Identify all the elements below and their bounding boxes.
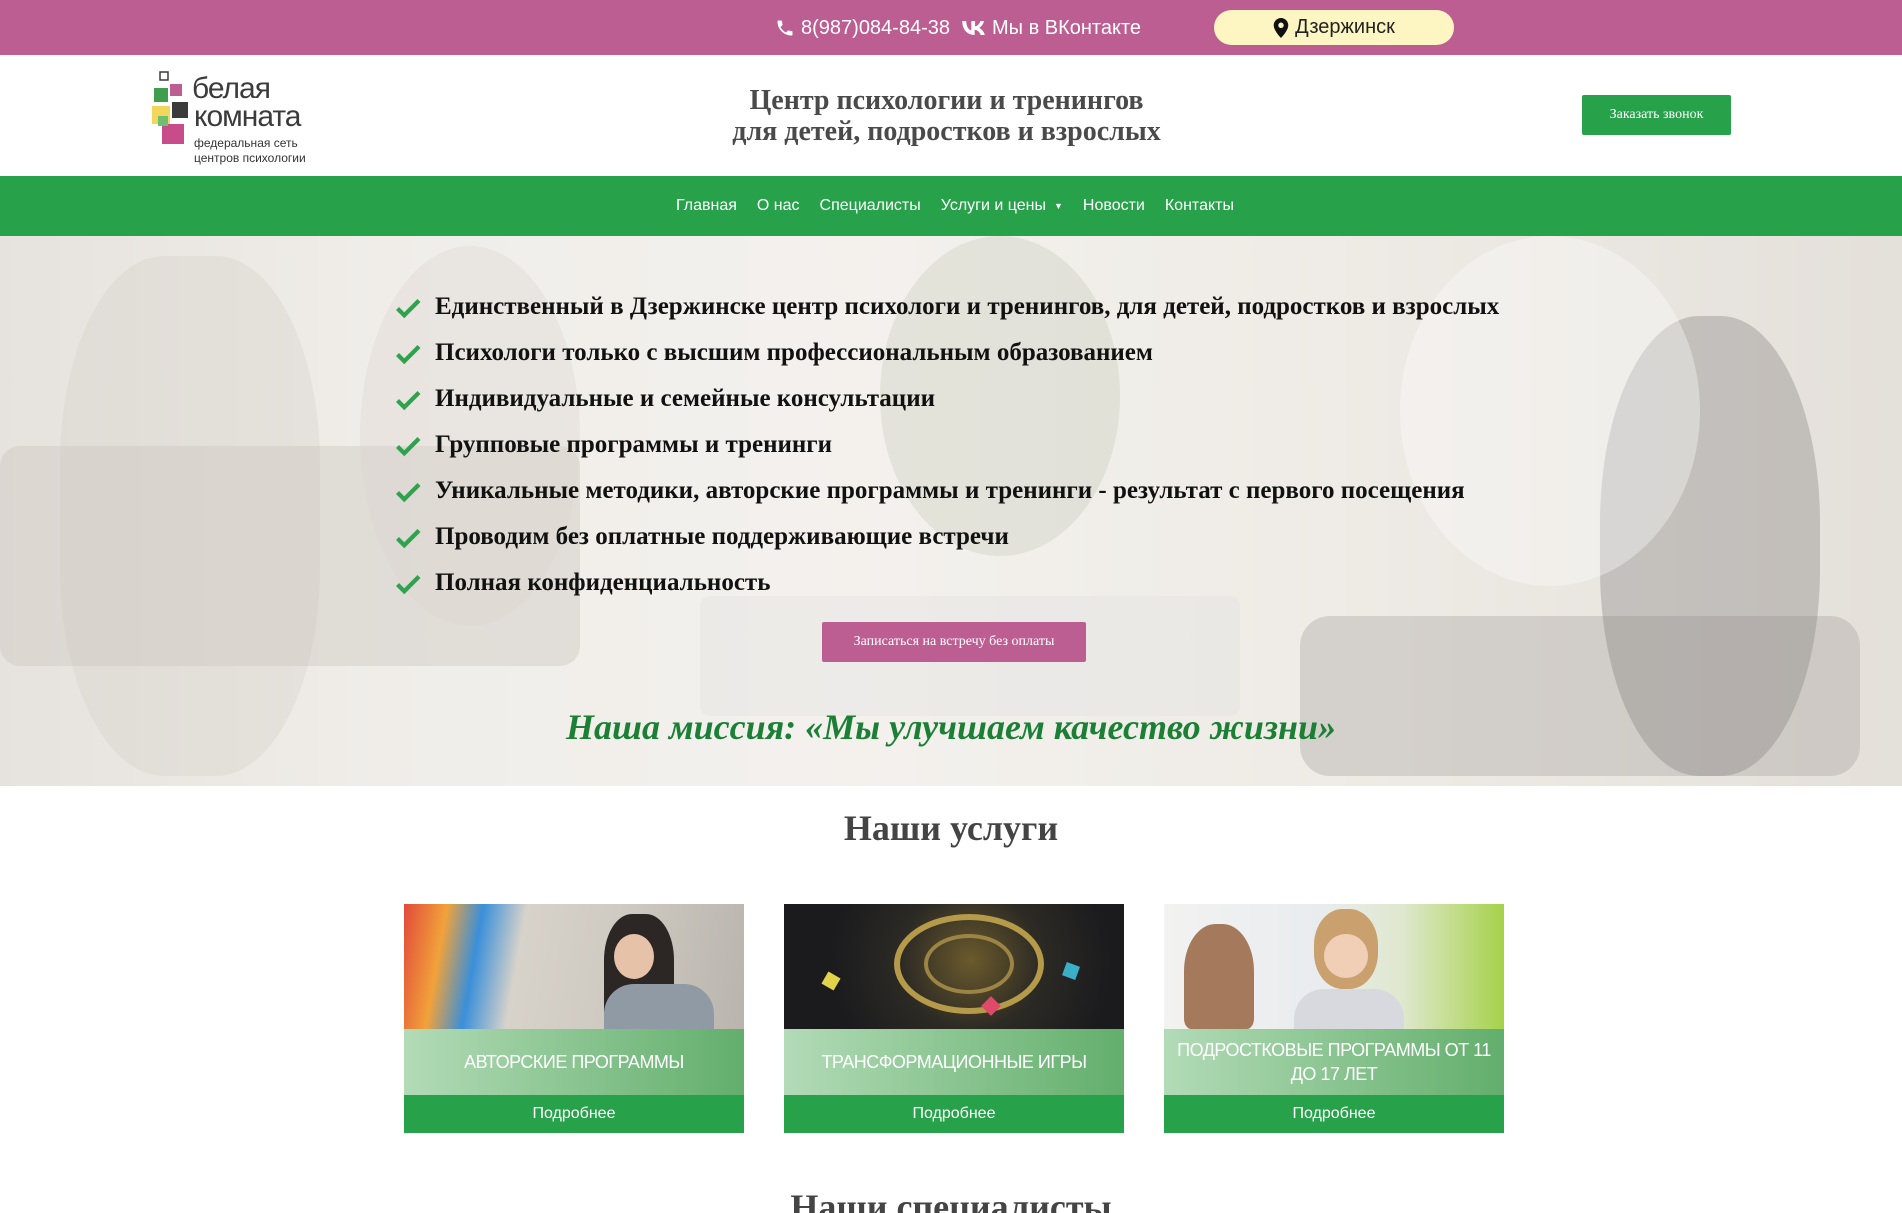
nav-item-home[interactable]: Главная: [676, 197, 737, 215]
logo-word-2: комната: [194, 100, 301, 133]
phone-link[interactable]: 8(987)084-84-38: [775, 14, 950, 42]
check-icon: [396, 345, 421, 365]
check-icon: [396, 483, 421, 503]
nav-item-specialists[interactable]: Специалисты: [820, 197, 921, 215]
header-title-line-1: Центр психологии и тренингов: [749, 85, 1144, 116]
feature-item: Уникальные методики, авторские программы…: [393, 468, 1593, 514]
top-bar: 8(987)084-84-38 Мы в ВКонтакте Дзержинск: [0, 0, 1902, 55]
nav-item-services-label: Услуги и цены: [940, 197, 1046, 214]
service-label: Трансформационные игры: [784, 1029, 1124, 1095]
nav-item-contacts[interactable]: Контакты: [1165, 197, 1234, 215]
nav-item-services[interactable]: Услуги и цены ▼: [941, 197, 1063, 215]
logo-subtitle-1: федеральная сеть: [194, 136, 298, 150]
map-pin-icon: [1273, 17, 1289, 38]
check-icon: [396, 529, 421, 549]
feature-item: Групповые программы и тренинги: [393, 422, 1593, 468]
nav-items: Главная О нас Специалисты Услуги и цены …: [676, 176, 1254, 236]
service-more-button[interactable]: Подробнее: [404, 1095, 744, 1133]
order-call-button[interactable]: Заказать звонок: [1582, 95, 1731, 135]
caret-down-icon: ▼: [1054, 201, 1063, 211]
city-selector[interactable]: Дзержинск: [1214, 10, 1454, 45]
services-title: Наши услуги: [843, 808, 1059, 848]
service-image-games: [784, 904, 1124, 1029]
feature-item: Индивидуальные и семейные консультации: [393, 376, 1593, 422]
service-card-author[interactable]: Авторские программы Подробнее: [404, 904, 744, 1133]
hero-section: Единственный в Дзержинске центр психолог…: [0, 236, 1902, 786]
phone-icon: [777, 20, 793, 36]
nav-item-about[interactable]: О нас: [757, 197, 800, 215]
main-nav: Главная О нас Специалисты Услуги и цены …: [0, 176, 1902, 236]
service-label: Авторские программы: [404, 1029, 744, 1095]
site-header: белая комната федеральная сеть центров п…: [0, 55, 1902, 176]
vk-icon: [962, 21, 985, 35]
free-meeting-button[interactable]: Записаться на встречу без оплаты: [822, 622, 1086, 662]
service-more-button[interactable]: Подробнее: [784, 1095, 1124, 1133]
feature-text: Единственный в Дзержинске центр психолог…: [435, 293, 1500, 320]
header-title: Центр психологии и тренингов для детей, …: [650, 85, 1243, 147]
nav-item-news[interactable]: Новости: [1083, 197, 1145, 215]
check-icon: [396, 391, 421, 411]
check-icon: [396, 575, 421, 595]
feature-item: Полная конфиденциальность: [393, 560, 1593, 606]
feature-item: Проводим без оплатные поддерживающие вст…: [393, 514, 1593, 560]
feature-text: Уникальные методики, авторские программы…: [435, 477, 1465, 504]
logo-mark-icon: [152, 71, 188, 144]
feature-text: Полная конфиденциальность: [435, 569, 771, 596]
header-title-line-2: для детей, подростков и взрослых: [732, 116, 1161, 147]
feature-text: Индивидуальные и семейные консультации: [435, 385, 936, 412]
feature-item: Единственный в Дзержинске центр психолог…: [393, 284, 1593, 330]
mission-statement: Наша миссия: «Мы улучшаем качество жизни…: [565, 707, 1336, 747]
check-icon: [396, 299, 421, 319]
vk-label: Мы в ВКонтакте: [992, 16, 1142, 39]
feature-text: Психологи только с высшим профессиональн…: [435, 339, 1153, 366]
phone-number: 8(987)084-84-38: [801, 16, 950, 39]
logo[interactable]: белая комната федеральная сеть центров п…: [150, 70, 310, 166]
specialists-title: Наши специалисты: [790, 1187, 1112, 1213]
features-list: Единственный в Дзержинске центр психолог…: [393, 284, 1593, 606]
service-image-teens: [1164, 904, 1504, 1029]
feature-text: Групповые программы и тренинги: [435, 431, 833, 458]
city-name: Дзержинск: [1295, 16, 1395, 38]
logo-subtitle-2: центров психологии: [194, 151, 306, 165]
feature-text: Проводим без оплатные поддерживающие вст…: [435, 523, 1009, 550]
service-card-games[interactable]: Трансформационные игры Подробнее: [784, 904, 1124, 1133]
service-image-author: [404, 904, 744, 1029]
service-more-button[interactable]: Подробнее: [1164, 1095, 1504, 1133]
service-label: Подростковые программы от 11 до 17 лет: [1164, 1029, 1504, 1095]
check-icon: [396, 437, 421, 457]
vk-link[interactable]: Мы в ВКонтакте: [962, 14, 1141, 42]
feature-item: Психологи только с высшим профессиональн…: [393, 330, 1593, 376]
service-card-teens[interactable]: Подростковые программы от 11 до 17 лет П…: [1164, 904, 1504, 1133]
